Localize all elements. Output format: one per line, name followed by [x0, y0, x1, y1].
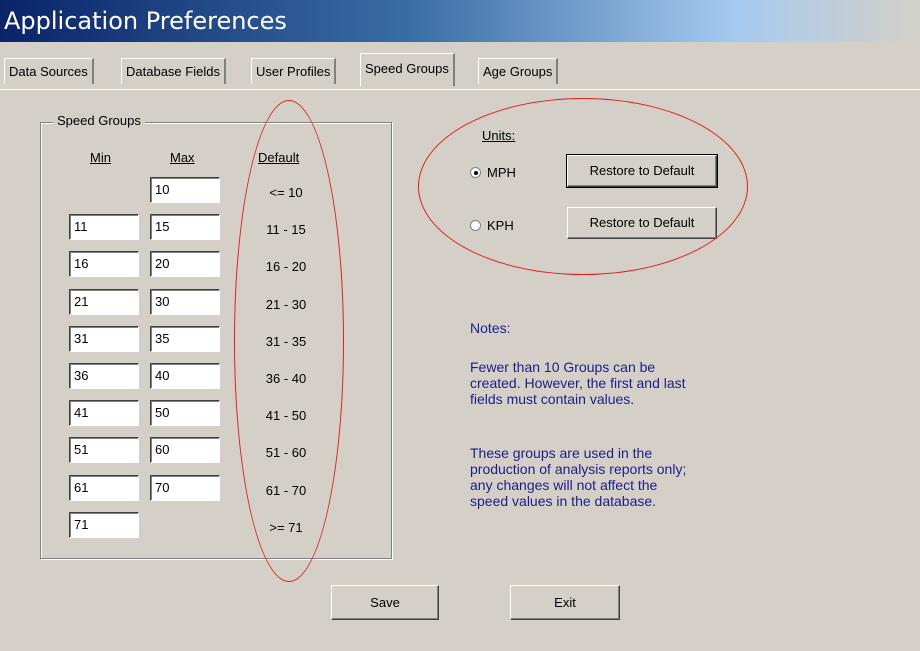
kph-label: KPH: [487, 218, 514, 233]
max-field[interactable]: 35: [150, 326, 220, 352]
notes-line: Fewer than 10 Groups can be: [470, 359, 656, 375]
max-field[interactable]: 70: [150, 475, 220, 501]
default-range-value: 41 - 50: [265, 408, 307, 423]
notes-line: These groups are used in the: [470, 445, 653, 461]
default-range-value: 16 - 20: [265, 259, 307, 274]
max-field[interactable]: 15: [150, 214, 220, 240]
notes-line: fields must contain values.: [470, 391, 635, 407]
tab-age-groups[interactable]: Age Groups: [478, 58, 559, 84]
mph-radio[interactable]: MPH: [470, 165, 516, 180]
min-field[interactable]: 51: [69, 437, 139, 463]
tab-strip: Data Sources Database Fields User Profil…: [0, 50, 920, 90]
min-field[interactable]: 61: [69, 475, 139, 501]
max-field[interactable]: 60: [150, 437, 220, 463]
min-field[interactable]: 21: [69, 289, 139, 315]
notes-line: created. However, the first and last: [470, 375, 686, 391]
mph-radio-indicator: [470, 167, 481, 178]
notes-line: production of analysis reports only;: [470, 461, 687, 477]
min-field[interactable]: 41: [69, 400, 139, 426]
default-range-value: 51 - 60: [265, 445, 307, 460]
default-range-value: 11 - 15: [266, 222, 306, 237]
max-field[interactable]: 40: [150, 363, 220, 389]
default-range-value: 61 - 70: [265, 483, 307, 498]
notes-line: any changes will not affect the: [470, 477, 658, 493]
default-range-value: 21 - 30: [265, 297, 307, 312]
max-header: Max: [170, 150, 195, 165]
max-field[interactable]: 30: [150, 289, 220, 315]
window-title: Application Preferences: [4, 7, 287, 35]
min-field[interactable]: 71: [69, 512, 139, 538]
exit-button[interactable]: Exit: [510, 585, 620, 620]
save-button[interactable]: Save: [331, 585, 439, 620]
tab-user-profiles[interactable]: User Profiles: [251, 58, 337, 84]
max-field[interactable]: 50: [150, 400, 220, 426]
restore-default-mph-button[interactable]: Restore to Default: [566, 154, 718, 188]
min-field[interactable]: 11: [69, 214, 139, 240]
default-range-value: <= 10: [269, 185, 303, 200]
title-bar: Application Preferences: [0, 0, 920, 42]
default-range-value: >= 71: [269, 520, 303, 535]
notes-paragraph-2: These groups are used in the production …: [470, 445, 686, 509]
default-range-value: 31 - 35: [265, 334, 307, 349]
notes-paragraph-1: Fewer than 10 Groups can be created. How…: [470, 359, 686, 407]
min-field[interactable]: 31: [69, 326, 139, 352]
max-field[interactable]: 10: [150, 177, 220, 203]
tab-divider: [0, 89, 920, 90]
restore-default-kph-button[interactable]: Restore to Default: [567, 207, 717, 239]
kph-radio[interactable]: KPH: [470, 218, 514, 233]
tab-data-sources[interactable]: Data Sources: [4, 58, 94, 84]
min-header: Min: [90, 150, 111, 165]
kph-radio-indicator: [470, 220, 481, 231]
units-label: Units:: [482, 128, 516, 143]
tab-speed-groups[interactable]: Speed Groups: [360, 53, 455, 86]
min-field[interactable]: 16: [69, 251, 139, 277]
default-range-value: 36 - 40: [265, 371, 307, 386]
max-field[interactable]: 20: [150, 251, 220, 277]
notes-heading: Notes:: [470, 320, 511, 336]
min-field[interactable]: 36: [69, 363, 139, 389]
default-header: Default: [258, 150, 300, 165]
speed-groups-label: Speed Groups: [53, 112, 145, 130]
mph-label: MPH: [487, 165, 516, 180]
tab-database-fields[interactable]: Database Fields: [121, 58, 226, 84]
notes-line: speed values in the database.: [470, 493, 657, 509]
